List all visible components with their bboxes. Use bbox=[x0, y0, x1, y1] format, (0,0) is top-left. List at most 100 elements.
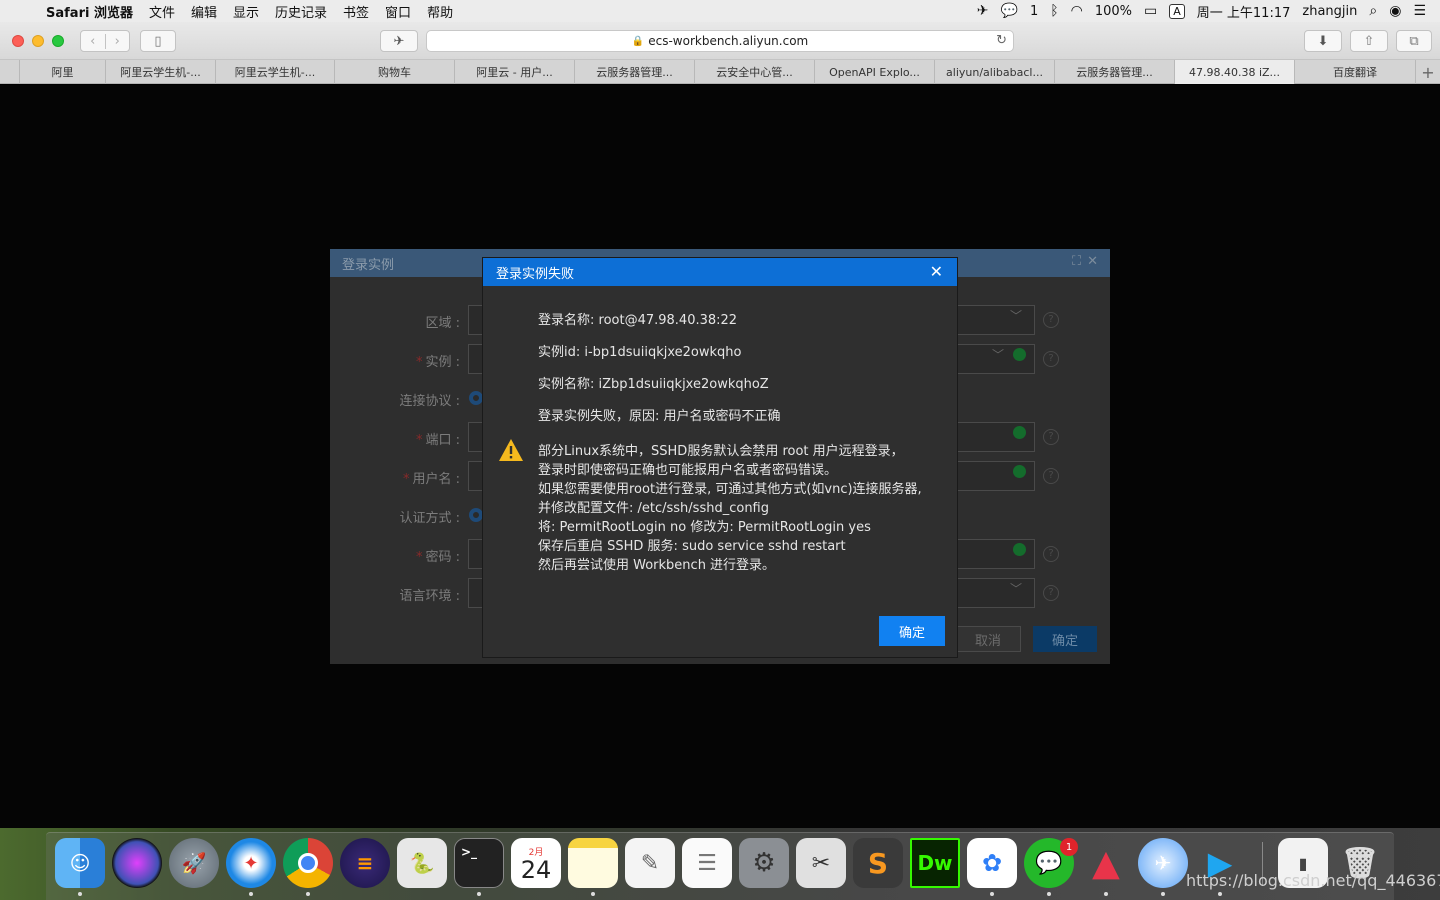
menu-file[interactable]: 文件 bbox=[141, 2, 183, 21]
textedit-icon[interactable]: ✎ bbox=[625, 838, 675, 888]
eclipse-icon[interactable]: ≡ bbox=[340, 838, 390, 888]
menu-bar: Safari 浏览器 文件 编辑 显示 历史记录 书签 窗口 帮助 ✈ 💬 1 … bbox=[0, 0, 1440, 22]
ok-button[interactable]: 确定 bbox=[879, 616, 945, 646]
wechat-badge: 1 bbox=[1060, 838, 1078, 856]
menu-bookmarks[interactable]: 书签 bbox=[335, 2, 377, 21]
chrome-icon[interactable] bbox=[283, 838, 333, 888]
finder-icon[interactable]: ☺ bbox=[55, 838, 105, 888]
tab-overview-button[interactable]: ⧉ bbox=[1396, 30, 1432, 52]
reminders-icon[interactable]: ☰ bbox=[682, 838, 732, 888]
address-bar[interactable]: 🔒 ecs-workbench.aliyun.com ↻ bbox=[426, 30, 1014, 52]
url-text: ecs-workbench.aliyun.com bbox=[648, 34, 809, 48]
clock[interactable]: 周一 上午11:17 bbox=[1197, 2, 1291, 21]
battery-icon[interactable]: ▭ bbox=[1144, 3, 1157, 19]
port-label: * 端口 : bbox=[415, 433, 460, 448]
login-name-text: 登录名称: root@47.98.40.38:22 bbox=[538, 313, 738, 328]
close-icon[interactable]: ✕ bbox=[930, 262, 943, 281]
calendar-day: 24 bbox=[520, 855, 552, 884]
system-preferences-icon[interactable]: ⚙ bbox=[739, 838, 789, 888]
help-icon[interactable]: ? bbox=[1043, 585, 1059, 601]
valid-check-icon bbox=[1013, 543, 1026, 556]
terminal-icon[interactable]: >_ bbox=[454, 838, 504, 888]
help-icon[interactable]: ? bbox=[1043, 351, 1059, 367]
close-window-button[interactable] bbox=[12, 35, 24, 47]
python-launcher-icon[interactable]: 🐍 bbox=[397, 838, 447, 888]
tab[interactable]: 云安全中心管... bbox=[695, 60, 815, 84]
valid-check-icon bbox=[1013, 348, 1026, 361]
valid-check-icon bbox=[1013, 426, 1026, 439]
menu-window[interactable]: 窗口 bbox=[377, 2, 419, 21]
help-icon[interactable]: ? bbox=[1043, 429, 1059, 445]
cancel-button[interactable]: 取消 bbox=[955, 626, 1021, 652]
user-name[interactable]: zhangjin bbox=[1302, 4, 1357, 19]
auth-radio[interactable] bbox=[469, 508, 483, 522]
help-icon[interactable]: ? bbox=[1043, 468, 1059, 484]
close-icon[interactable]: ✕ bbox=[1087, 254, 1098, 269]
alibaba-cloud-icon[interactable]: ▲ bbox=[1081, 838, 1131, 888]
notification-center-icon[interactable]: ☰ bbox=[1413, 3, 1426, 19]
maximize-window-button[interactable] bbox=[52, 35, 64, 47]
chevron-down-icon: ﹀ bbox=[1009, 582, 1022, 596]
instance-name-text: 实例名称: iZbp1dsuiiqkjxe2owkqhoZ bbox=[538, 377, 769, 392]
tab[interactable]: 云服务器管理... bbox=[575, 60, 695, 84]
notes-icon[interactable] bbox=[568, 838, 618, 888]
safari-icon[interactable]: ✦ bbox=[226, 838, 276, 888]
calendar-icon[interactable]: 2月 24 bbox=[511, 838, 561, 888]
tab-bar: 阿里 阿里云学生机-... 阿里云学生机-... 购物车 阿里云 - 用户...… bbox=[0, 60, 1440, 84]
wechat-icon[interactable]: 💬 bbox=[1001, 3, 1018, 19]
screenshot-icon[interactable]: ✂ bbox=[796, 838, 846, 888]
share-button[interactable]: ⇧ bbox=[1350, 30, 1388, 52]
launchpad-icon[interactable]: 🚀 bbox=[169, 838, 219, 888]
menu-edit[interactable]: 编辑 bbox=[183, 2, 225, 21]
back-icon[interactable]: ‹ bbox=[81, 33, 106, 49]
downloads-button[interactable]: ⬇ bbox=[1304, 30, 1342, 52]
help-icon[interactable]: ? bbox=[1043, 546, 1059, 562]
protocol-radio[interactable] bbox=[469, 391, 483, 405]
menu-history[interactable]: 历史记录 bbox=[267, 2, 335, 21]
tab[interactable]: 阿里云 - 用户... bbox=[455, 60, 575, 84]
confirm-button[interactable]: 确定 bbox=[1033, 626, 1097, 652]
reload-icon[interactable]: ↻ bbox=[996, 33, 1007, 48]
wechat-count: 1 bbox=[1029, 3, 1039, 19]
spotlight-icon[interactable]: ⌕ bbox=[1369, 3, 1377, 19]
help-icon[interactable]: ? bbox=[1043, 312, 1059, 328]
tip-line: 保存后重启 SSHD 服务: sudo service sshd restart bbox=[538, 539, 846, 554]
tab[interactable]: 云服务器管理... bbox=[1055, 60, 1175, 84]
bird-icon[interactable]: ✈ bbox=[977, 3, 989, 19]
sidebar-icon: ▯ bbox=[154, 33, 162, 49]
baidu-netdisk-icon[interactable]: ✿ bbox=[967, 838, 1017, 888]
watermark-text: https://blog.csdn.net/qq_44636705 bbox=[1186, 871, 1440, 890]
dreamweaver-icon[interactable]: Dw bbox=[910, 838, 960, 888]
tab[interactable]: 购物车 bbox=[335, 60, 455, 84]
sidebar-toggle-button[interactable]: ▯ bbox=[140, 30, 176, 52]
minimize-window-button[interactable] bbox=[32, 35, 44, 47]
running-indicator bbox=[78, 892, 82, 896]
tab[interactable]: 阿里 bbox=[20, 60, 106, 84]
siri-icon[interactable]: ◉ bbox=[1389, 3, 1401, 19]
nav-buttons: ‹ › bbox=[80, 30, 130, 52]
siri-icon[interactable] bbox=[112, 838, 162, 888]
instance-label: * 实例 : bbox=[415, 355, 460, 370]
fullscreen-icon[interactable]: ⛶ bbox=[1072, 254, 1081, 269]
feishu-bird-icon[interactable]: ✈ bbox=[1138, 838, 1188, 888]
tab[interactable]: 阿里云学生机-... bbox=[216, 60, 335, 84]
tab[interactable]: OpenAPI Explo... bbox=[815, 60, 935, 84]
forward-icon[interactable]: › bbox=[106, 34, 130, 49]
tab[interactable]: aliyun/alibabacl... bbox=[935, 60, 1055, 84]
tab-active[interactable]: 47.98.40.38 iZ... bbox=[1175, 60, 1295, 84]
tab[interactable]: 百度翻译 bbox=[1295, 60, 1416, 84]
login-failed-dialog: 登录实例失败 ✕ 登录名称: root@47.98.40.38:22 实例id:… bbox=[483, 258, 957, 657]
tab[interactable]: 阿里云学生机-... bbox=[106, 60, 216, 84]
menu-app-name[interactable]: Safari 浏览器 bbox=[40, 2, 141, 21]
menu-help[interactable]: 帮助 bbox=[419, 2, 461, 21]
bluetooth-icon[interactable]: ᛒ bbox=[1050, 3, 1058, 19]
menu-view[interactable]: 显示 bbox=[225, 2, 267, 21]
extension-button[interactable]: ✈ bbox=[380, 30, 418, 52]
running-indicator bbox=[1104, 892, 1108, 896]
tab-pinned[interactable] bbox=[0, 60, 20, 84]
battery-percent[interactable]: 100% bbox=[1095, 4, 1132, 19]
input-method[interactable]: A bbox=[1169, 3, 1185, 19]
new-tab-button[interactable]: + bbox=[1416, 60, 1440, 84]
wifi-icon[interactable]: ◠ bbox=[1071, 3, 1083, 19]
sublime-text-icon[interactable]: S bbox=[853, 838, 903, 888]
